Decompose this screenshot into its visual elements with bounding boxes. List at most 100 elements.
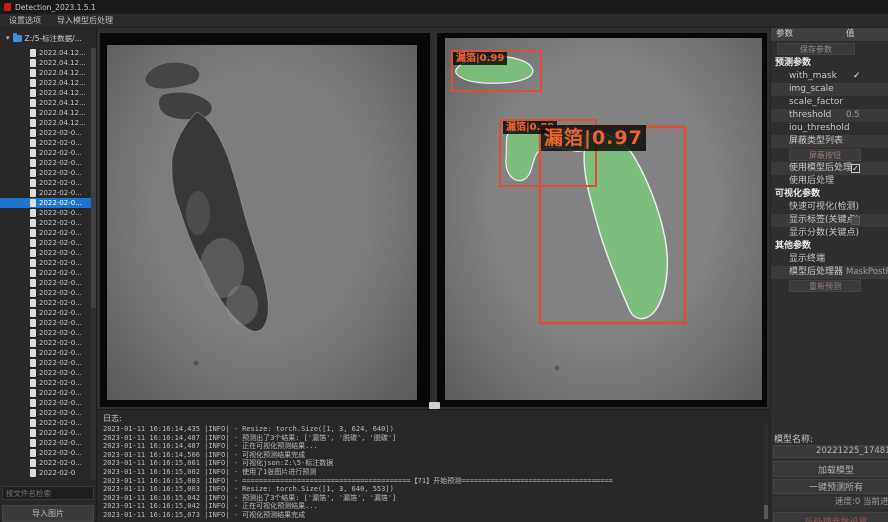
file-item[interactable]: 2022-02-0... [0, 208, 92, 218]
file-item[interactable]: 2022-02-0... [0, 388, 92, 398]
file-item-label: 2022-02-0... [39, 349, 82, 357]
param-row-label: 显示标签(关键点) [789, 215, 859, 225]
file-item-label: 2022-02-0... [39, 419, 82, 427]
sidebar-scrollbar-thumb[interactable] [91, 48, 96, 308]
file-item-label: 2022-02-0... [39, 289, 82, 297]
log-scrollbar-thumb[interactable] [764, 505, 768, 519]
param-row-value[interactable]: MaskPostPro [846, 266, 888, 279]
parameters-panel: 参数 值 保存参数 预测参数with_mask✓img_scalescale_f… [770, 28, 888, 522]
import-images-button[interactable]: 导入图片 [2, 505, 94, 522]
file-item[interactable]: 2022.04.12... [0, 68, 92, 78]
param-row[interactable]: 显示终端 [771, 253, 888, 266]
file-icon [30, 99, 36, 107]
menu-bar: 设置选项 导入模型后处理 [0, 14, 888, 28]
file-item[interactable]: 2022-02-0... [0, 318, 92, 328]
file-item[interactable]: 2022-02-0 [0, 468, 92, 478]
file-item[interactable]: 2022-02-0... [0, 218, 92, 228]
file-item[interactable]: 2022-02-0... [0, 408, 92, 418]
postprocess-settings-button[interactable]: 后处理参数设置 [773, 512, 888, 522]
file-item-label: 2022-02-0... [39, 259, 82, 267]
param-row[interactable]: scale_factor [771, 96, 888, 109]
file-item[interactable]: 2022-02-0... [0, 258, 92, 268]
file-item-label: 2022-02-0... [39, 249, 82, 257]
file-item[interactable]: 2022-02-0... [0, 228, 92, 238]
file-item-label: 2022-02-0... [39, 219, 82, 227]
tree-root-folder[interactable]: ▾ Z:/5-标注数据/... [0, 32, 82, 44]
menu-import-postprocess[interactable]: 导入模型后处理 [57, 15, 113, 26]
file-item[interactable]: 2022-02-0... [0, 158, 92, 168]
file-item[interactable]: 2022-02-0... [0, 138, 92, 148]
param-row[interactable]: img_scale [771, 83, 888, 96]
param-row[interactable]: 显示标签(关键点) [771, 214, 888, 227]
panel-splitter-handle[interactable] [429, 402, 440, 409]
file-item[interactable]: 2022.04.12... [0, 108, 92, 118]
file-item[interactable]: 2022-02-0... [0, 308, 92, 318]
file-item[interactable]: 2022.04.12... [0, 98, 92, 108]
file-item[interactable]: 2022-02-0... [0, 298, 92, 308]
model-name-field[interactable]: 20221225_174813 [773, 445, 888, 458]
file-item[interactable]: 2022-02-0... [0, 448, 92, 458]
file-item[interactable]: 2022-02-0... [0, 238, 92, 248]
file-item[interactable]: 2022-02-0... [0, 398, 92, 408]
file-item[interactable]: 2022-02-0... [0, 248, 92, 258]
file-item[interactable]: 2022-02-0... [0, 328, 92, 338]
param-row[interactable]: 快速可视化(检测) [771, 201, 888, 214]
predict-all-button[interactable]: 一键预测所有 [773, 479, 888, 494]
file-icon [30, 49, 36, 57]
file-item[interactable]: 2022.04.12... [0, 88, 92, 98]
file-item[interactable]: 2022-02-0... [0, 278, 92, 288]
file-icon [30, 279, 36, 287]
file-item[interactable]: 2022-02-0... [0, 128, 92, 138]
file-item[interactable]: 2022.04.12... [0, 48, 92, 58]
param-header-name: 参数 [776, 29, 793, 39]
log-title: 日志: [103, 413, 122, 424]
param-row[interactable]: with_mask✓ [771, 70, 888, 83]
file-item-label: 2022-02-0... [39, 319, 82, 327]
viewer-area: 漏箔|0.99 漏箔|0.89 漏箔|0.97 日志: 2023-01-11 1… [97, 28, 770, 522]
param-section-label: 其他参数 [771, 240, 888, 253]
param-row[interactable]: 屏蔽类型列表 [771, 135, 888, 148]
param-row[interactable]: iou_threshold [771, 122, 888, 135]
param-action-button[interactable]: 屏蔽按钮 [789, 149, 861, 161]
checkbox-checked[interactable]: ✓ [851, 164, 860, 173]
file-icon [30, 419, 36, 427]
checkbox-empty[interactable] [851, 216, 860, 225]
file-item[interactable]: 2022-02-0... [0, 418, 92, 428]
param-row[interactable]: 显示分数(关键点) [771, 227, 888, 240]
file-item[interactable]: 2022-02-0... [0, 268, 92, 278]
file-item[interactable]: 2022-02-0... [0, 378, 92, 388]
file-icon [30, 409, 36, 417]
param-row-label: threshold [789, 110, 831, 120]
file-item[interactable]: 2022-02-0... [0, 148, 92, 158]
file-item[interactable]: 2022-02-0... [0, 188, 92, 198]
param-row-label: img_scale [789, 84, 834, 94]
file-item[interactable]: 2022-02-0... [0, 338, 92, 348]
file-item[interactable]: 2022-02-0... [0, 458, 92, 468]
file-item[interactable]: 2022.04.12... [0, 58, 92, 68]
file-item[interactable]: 2022-02-0... [0, 178, 92, 188]
param-row[interactable]: 模型后处理器MaskPostPro [771, 266, 888, 279]
log-lines[interactable]: 2023-01-11 16:16:14,435 |INFO| - Resize:… [103, 425, 762, 520]
param-row[interactable]: 使用模型后处理✓ [771, 162, 888, 175]
param-action-button[interactable]: 重新预测 [789, 280, 861, 292]
file-item[interactable]: 2022-02-0... [0, 168, 92, 178]
param-row[interactable]: threshold 0.5 [771, 109, 888, 122]
file-icon [30, 289, 36, 297]
param-row[interactable]: 使用后处理 [771, 175, 888, 188]
save-params-button[interactable]: 保存参数 [777, 43, 855, 55]
param-row-value[interactable]: 0.5 [846, 109, 860, 122]
file-item[interactable]: 2022-02-0... [0, 428, 92, 438]
param-section-label: 可视化参数 [771, 188, 888, 201]
menu-settings[interactable]: 设置选项 [9, 15, 41, 26]
file-item[interactable]: 2022-02-0... [0, 358, 92, 368]
load-model-button[interactable]: 加载模型 [773, 461, 888, 477]
file-item[interactable]: 2022-02-0... [0, 348, 92, 358]
tree-expand-icon[interactable]: ▾ [6, 34, 10, 42]
file-item[interactable]: 2022.04.12... [0, 118, 92, 128]
file-item[interactable]: 2022-02-0... [0, 198, 92, 208]
file-item[interactable]: 2022.04.12... [0, 78, 92, 88]
file-item[interactable]: 2022-02-0... [0, 438, 92, 448]
file-item[interactable]: 2022-02-0... [0, 288, 92, 298]
search-input[interactable] [2, 486, 94, 500]
file-item[interactable]: 2022-02-0... [0, 368, 92, 378]
